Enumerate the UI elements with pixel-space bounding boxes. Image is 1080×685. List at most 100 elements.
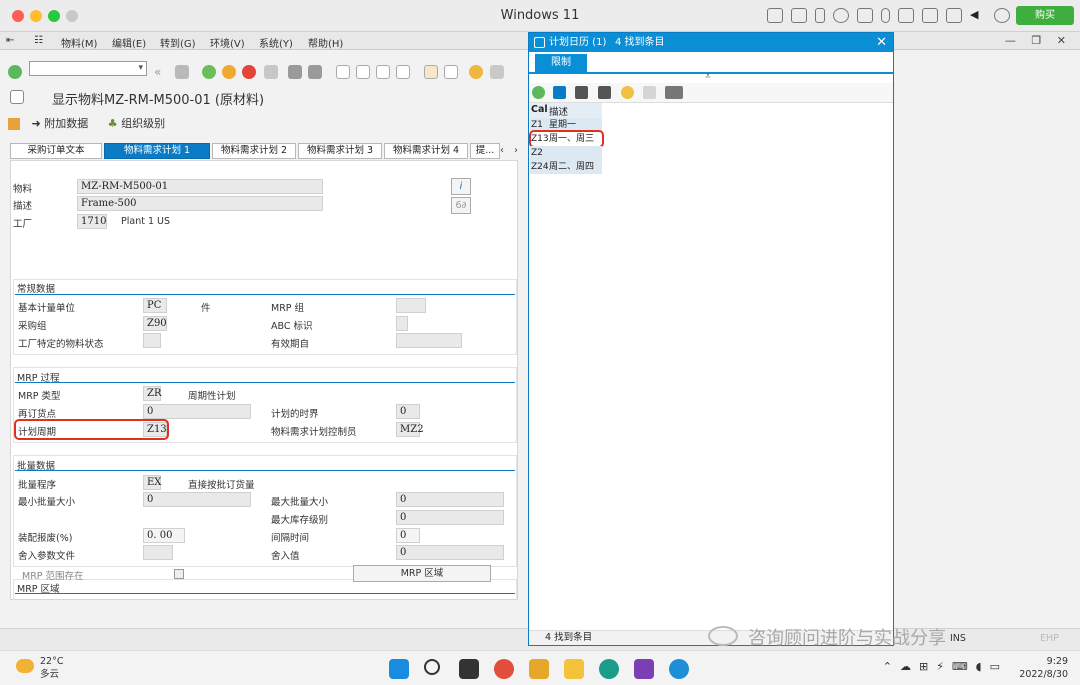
mic-icon[interactable] — [881, 8, 890, 23]
enter-check-icon[interactable] — [8, 65, 22, 79]
base-uom-field: PC — [143, 298, 167, 313]
plant-label: 工厂 — [13, 219, 33, 230]
menu-help[interactable]: 帮助(H) — [308, 35, 343, 50]
wechat-logo-icon — [708, 626, 738, 646]
find-icon[interactable] — [575, 86, 588, 99]
clock[interactable]: 9:29 2022/8/30 — [1019, 655, 1068, 681]
new-session-icon[interactable] — [424, 65, 438, 79]
lot-size-divider — [15, 470, 515, 471]
buy-button[interactable]: 购买 — [1016, 6, 1074, 25]
system-tray[interactable]: ⌃☁⊞⚡⌨◖▭ — [883, 660, 1008, 673]
cancel-x-icon[interactable] — [553, 86, 566, 99]
new-entry-icon[interactable] — [621, 86, 634, 99]
close-icon[interactable]: ✕ — [876, 33, 887, 52]
tab-mrp-4[interactable]: 物料需求计划 4 — [384, 143, 468, 159]
sap-gui-icon[interactable] — [599, 659, 619, 679]
sap-window-controls[interactable]: — ❐ ✕ — [1005, 34, 1072, 47]
onenote-icon[interactable] — [634, 659, 654, 679]
search-icon[interactable] — [424, 659, 440, 675]
help-icon[interactable] — [469, 65, 483, 79]
material-field: MZ-RM-M500-01 — [77, 179, 323, 194]
menu-system[interactable]: 系统(Y) — [259, 35, 293, 50]
weather-widget[interactable]: 22°C 多云 — [40, 655, 63, 681]
tab-mrp-1[interactable]: 物料需求计划 1 — [104, 143, 210, 159]
menu-exit-icon[interactable]: ⇤ — [6, 35, 14, 46]
menu-goto[interactable]: 转到(G) — [160, 35, 196, 50]
back-arrow-icon[interactable]: ◀ — [970, 8, 986, 23]
col-description[interactable]: 描述 — [549, 104, 568, 118]
cpu-icon[interactable] — [791, 8, 807, 23]
result-row[interactable]: Z2 — [530, 146, 602, 160]
menu-edit[interactable]: 编辑(E) — [112, 35, 146, 50]
info-icon[interactable]: i — [451, 178, 471, 195]
camera-icon[interactable] — [922, 8, 938, 23]
menu-material[interactable]: 物料(M) — [61, 35, 97, 50]
tab-scroll-right-icon[interactable]: › — [514, 145, 518, 156]
popup-found-count: 4 找到条目 — [615, 37, 665, 48]
tab-mrp-2[interactable]: 物料需求计划 2 — [212, 143, 296, 159]
screenshot-icon[interactable] — [946, 8, 962, 23]
arrow-right-icon[interactable]: ➜ — [32, 117, 41, 130]
additional-data-button[interactable]: 附加数据 — [44, 117, 88, 130]
back-icon[interactable]: « — [154, 65, 168, 79]
result-row[interactable]: Z24 周二、周四 — [530, 160, 602, 174]
start-icon[interactable] — [389, 659, 409, 679]
drive-icon[interactable] — [898, 8, 914, 23]
task-view-icon[interactable] — [459, 659, 479, 679]
tab-mrp-3[interactable]: 物料需求计划 3 — [298, 143, 382, 159]
tab-restrictions[interactable]: 限制 — [535, 54, 587, 72]
personal-list-icon[interactable] — [643, 86, 656, 99]
mrp-area-exists-checkbox[interactable] — [174, 569, 184, 579]
continue-check-icon[interactable] — [532, 86, 545, 99]
chrome-icon[interactable] — [494, 659, 514, 679]
exit-circle-icon[interactable] — [222, 65, 236, 79]
prev-page-icon[interactable] — [356, 65, 370, 79]
mrp-group-label: MRP 组 — [271, 303, 305, 314]
cancel-circle-icon[interactable] — [242, 65, 256, 79]
first-page-icon[interactable] — [336, 65, 350, 79]
collapse-arrow-icon[interactable]: ⩡ — [705, 71, 711, 82]
valid-from-field — [396, 333, 462, 348]
material-label: 物料 — [13, 184, 33, 195]
max-lot-field: 0 — [396, 492, 504, 507]
settings-gear-icon[interactable] — [994, 8, 1010, 23]
last-page-icon[interactable] — [396, 65, 410, 79]
keyboard-icon[interactable] — [767, 8, 783, 23]
weather-icon[interactable] — [16, 659, 34, 673]
mrp-area-button[interactable]: MRP 区域 — [353, 565, 491, 582]
org-levels-button[interactable]: 组织级别 — [121, 117, 165, 130]
back-circle-icon[interactable] — [202, 65, 216, 79]
customize-icon[interactable] — [490, 65, 504, 79]
next-page-icon[interactable] — [376, 65, 390, 79]
assembly-scrap-field: 0. 00 — [143, 528, 185, 543]
reorder-point-field: 0 — [143, 404, 251, 419]
org-levels-icon[interactable]: ♣ — [108, 117, 118, 130]
file-explorer-icon[interactable] — [564, 659, 584, 679]
find-next-icon[interactable] — [598, 86, 611, 99]
print-icon[interactable] — [665, 86, 683, 99]
planning-horizon-label: 计划的时界 — [271, 409, 319, 420]
edge-icon[interactable] — [669, 659, 689, 679]
usb-icon[interactable] — [815, 8, 825, 23]
additional-data-icon[interactable] — [8, 118, 20, 130]
tab-purchase-order-text[interactable]: 采购订单文本 — [10, 143, 102, 159]
save-icon[interactable] — [175, 65, 189, 79]
watermark-text: 咨询顾问进阶与实战分享 — [748, 628, 946, 649]
command-field[interactable]: ▾ — [29, 61, 147, 76]
network-icon[interactable] — [833, 8, 849, 23]
glasses-icon[interactable]: 6∂ — [451, 197, 471, 214]
tab-scroll-left-icon[interactable]: ‹ — [500, 145, 504, 156]
find-icon[interactable] — [288, 65, 302, 79]
find-next-icon[interactable] — [308, 65, 322, 79]
plant-field: 1710 — [77, 214, 107, 229]
tab-more[interactable]: 提... — [470, 143, 500, 159]
menu-environment[interactable]: 环境(V) — [210, 35, 245, 50]
shortcut-icon[interactable] — [444, 65, 458, 79]
sap-logon-icon[interactable] — [529, 659, 549, 679]
col-cal[interactable]: Cal — [531, 104, 548, 115]
volume-icon[interactable] — [857, 8, 873, 23]
mrp-group-field — [396, 298, 426, 313]
menu-layout-icon[interactable]: ☷ — [34, 35, 43, 46]
popup-tabstrip: 限制 — [529, 52, 893, 74]
print-icon[interactable] — [264, 65, 278, 79]
